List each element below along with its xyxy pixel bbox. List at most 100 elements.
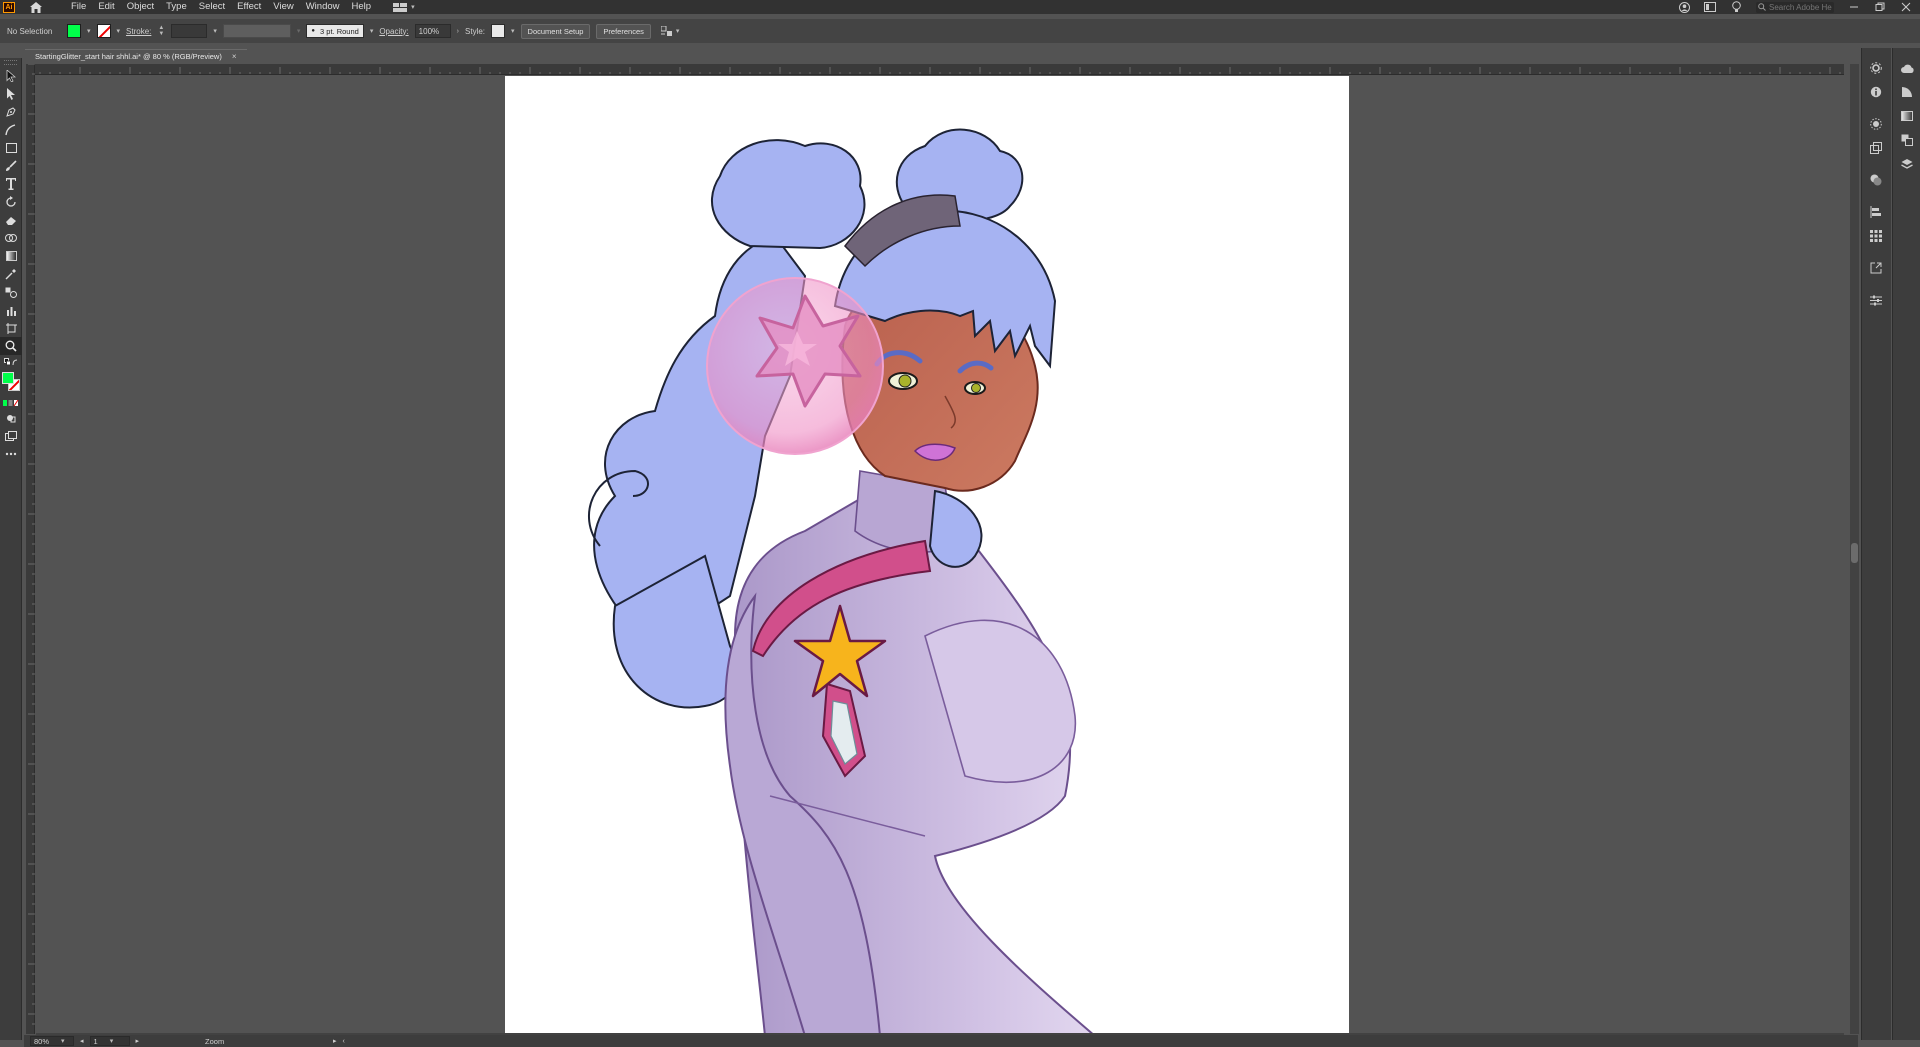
stroke-weight-field[interactable] — [171, 24, 208, 38]
artboard-navigation-field[interactable]: 1 ▾ — [89, 1036, 130, 1046]
menu-file[interactable]: File — [65, 0, 92, 14]
gradient-panel-button[interactable] — [1893, 104, 1920, 128]
zoom-icon — [5, 340, 17, 352]
menu-select[interactable]: Select — [193, 0, 231, 14]
close-tab-icon[interactable]: × — [232, 52, 237, 61]
horizontal-ruler[interactable] — [30, 64, 1844, 75]
info-panel-button[interactable] — [1862, 80, 1890, 104]
eyedropper-tool[interactable] — [0, 265, 22, 283]
artboard[interactable] — [505, 76, 1349, 1033]
color-guide-panel-button[interactable] — [1893, 80, 1920, 104]
curvature-tool[interactable] — [0, 121, 22, 139]
arrange-documents-icon — [393, 2, 408, 12]
eraser-tool[interactable] — [0, 211, 22, 229]
pasteboard[interactable] — [36, 76, 1844, 1033]
document-tab-bar: StartingGlitter_start hair shhl.ai* @ 80… — [25, 49, 247, 63]
style-label: Style: — [465, 26, 486, 36]
libraries-panel-button[interactable] — [1893, 56, 1920, 80]
zoom-chevron-icon: ▾ — [61, 1038, 65, 1045]
stroke-weight-chevron-icon[interactable]: ▾ — [213, 27, 217, 35]
style-chevron-icon[interactable]: ▾ — [511, 27, 515, 35]
paintbrush-tool[interactable] — [0, 157, 22, 175]
arrange-chevron-icon: ▾ — [675, 28, 680, 35]
fill-stroke-widget[interactable] — [0, 369, 22, 397]
stroke-color-swatch[interactable] — [96, 24, 111, 38]
arrange-documents-button[interactable]: ▾ — [393, 2, 415, 12]
menu-window[interactable]: Window — [300, 0, 346, 14]
status-menu-icon[interactable]: ▸ — [333, 1037, 337, 1045]
document-setup-button[interactable]: Document Setup — [520, 23, 591, 39]
opacity-label[interactable]: Opacity: — [379, 27, 408, 36]
preferences-button[interactable]: Preferences — [596, 23, 651, 39]
scroll-left-icon[interactable]: ‹ — [343, 1038, 345, 1045]
screen-mode-button[interactable] — [0, 427, 22, 445]
properties-panel-button[interactable] — [1862, 56, 1890, 80]
type-tool[interactable] — [0, 175, 22, 193]
minimize-icon[interactable] — [1848, 1, 1860, 13]
export-panel-button[interactable] — [1862, 256, 1890, 280]
stroke-label[interactable]: Stroke: — [126, 27, 151, 36]
brush-definition-value: 3 pt. Round — [320, 26, 359, 36]
rectangle-tool[interactable] — [0, 139, 22, 157]
menu-object[interactable]: Object — [121, 0, 160, 14]
menu-view[interactable]: View — [267, 0, 299, 14]
align-panel-button[interactable] — [1862, 200, 1890, 224]
adjustments-panel-button[interactable] — [1862, 288, 1890, 312]
home-icon[interactable] — [29, 1, 43, 13]
artboard-tool[interactable] — [0, 319, 22, 337]
search-help-field[interactable] — [1756, 1, 1834, 13]
opacity-field[interactable]: 100% — [414, 24, 451, 38]
search-icon — [1758, 3, 1766, 11]
layers-panel-button[interactable] — [1893, 152, 1920, 176]
direct-selection-tool[interactable] — [0, 85, 22, 103]
appearance-panel-button[interactable] — [1862, 112, 1890, 136]
edit-toolbar-button[interactable] — [0, 445, 22, 463]
selection-tool[interactable] — [0, 67, 22, 85]
swatches-panel-button[interactable] — [1893, 128, 1920, 152]
default-swap-colors[interactable] — [0, 355, 22, 369]
stroke-dropdown-chevron-icon[interactable]: ▾ — [117, 27, 121, 35]
window-layout-icon[interactable] — [1704, 1, 1716, 13]
fill-dropdown-chevron-icon[interactable]: ▾ — [87, 27, 91, 35]
transform-panel-button[interactable] — [1862, 136, 1890, 160]
fill-color-swatch[interactable] — [67, 24, 81, 38]
graphic-style-swatch[interactable] — [491, 24, 506, 38]
opacity-chevron-icon[interactable]: › — [457, 28, 459, 35]
menu-effect[interactable]: Effect — [231, 0, 267, 14]
graph-tool[interactable] — [0, 301, 22, 319]
zoom-level-field[interactable]: 80% ▾ — [30, 1036, 74, 1046]
brush-definition-field[interactable]: ● 3 pt. Round — [306, 24, 364, 38]
pathfinder-panel-button[interactable] — [1862, 168, 1890, 192]
pen-tool[interactable] — [0, 103, 22, 121]
grid-panel-button[interactable] — [1862, 224, 1890, 248]
color-mode-buttons[interactable] — [0, 397, 22, 409]
brush-chevron-icon[interactable]: ▾ — [370, 27, 374, 35]
close-window-icon[interactable] — [1900, 1, 1912, 13]
account-icon[interactable] — [1678, 1, 1690, 13]
drawing-modes[interactable] — [0, 409, 22, 427]
search-input[interactable] — [1769, 2, 1833, 12]
gradient-tool[interactable] — [0, 247, 22, 265]
draw-normal-icon — [7, 415, 16, 423]
arrange-options-button[interactable]: ▾ — [660, 25, 680, 37]
blend-tool[interactable] — [0, 283, 22, 301]
document-tab[interactable]: StartingGlitter_start hair shhl.ai* @ 80… — [25, 49, 247, 63]
rotate-tool[interactable] — [0, 193, 22, 211]
fill-swatch[interactable] — [2, 372, 14, 384]
restore-icon[interactable] — [1874, 1, 1886, 13]
zoom-tool[interactable] — [0, 337, 22, 355]
next-artboard-icon[interactable]: ▸ — [136, 1037, 140, 1045]
menu-type[interactable]: Type — [160, 0, 193, 14]
stroke-weight-stepper[interactable]: ▲ ▼ — [157, 24, 165, 38]
shape-builder-tool[interactable] — [0, 229, 22, 247]
gradient-panel-icon — [1901, 111, 1913, 121]
screen-mode-icon — [5, 431, 17, 441]
lightbulb-icon[interactable] — [1730, 1, 1742, 13]
vertical-scroll-thumb[interactable] — [1851, 543, 1858, 563]
menu-help[interactable]: Help — [346, 0, 378, 14]
previous-artboard-icon[interactable]: ◂ — [80, 1037, 84, 1045]
panel-grip[interactable] — [4, 60, 17, 65]
vertical-ruler[interactable] — [26, 63, 35, 1034]
menu-edit[interactable]: Edit — [92, 0, 120, 14]
export-icon — [1870, 262, 1882, 274]
